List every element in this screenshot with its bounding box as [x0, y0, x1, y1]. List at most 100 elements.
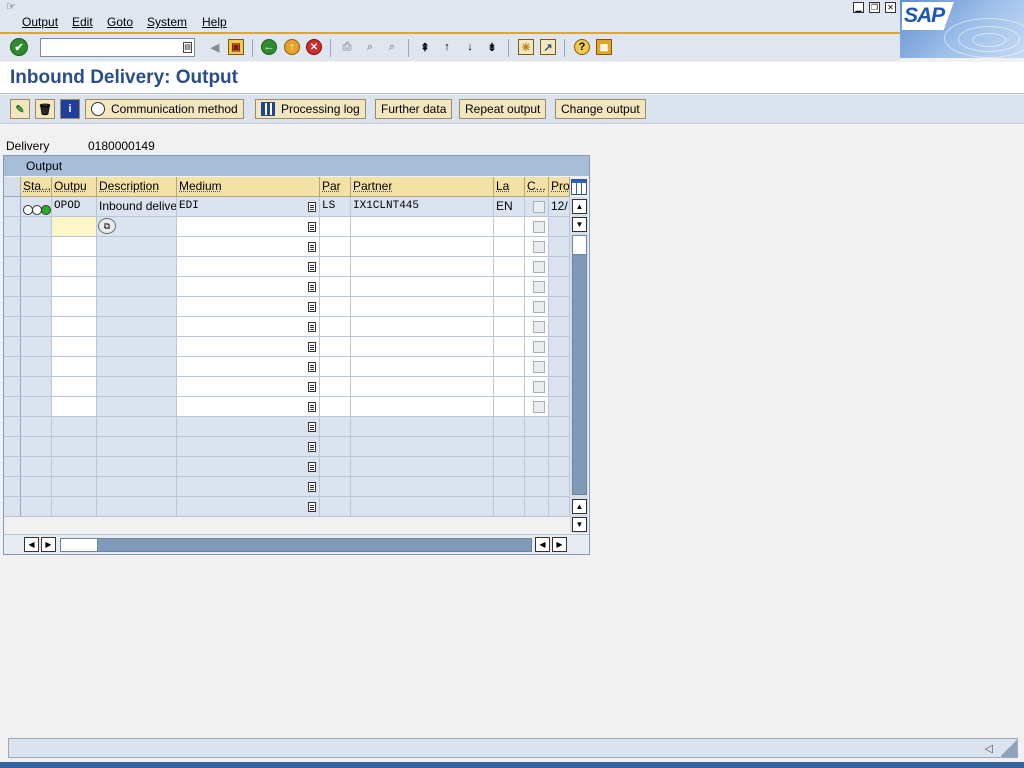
- cell-output-type[interactable]: [52, 357, 97, 377]
- changeable-checkbox[interactable]: [533, 241, 545, 253]
- cell-partner-function[interactable]: [320, 357, 351, 377]
- changeable-checkbox[interactable]: [533, 261, 545, 273]
- cell-changeable[interactable]: [525, 197, 549, 217]
- menu-output[interactable]: Output: [22, 14, 58, 30]
- changeable-checkbox[interactable]: [533, 381, 545, 393]
- create-session-icon[interactable]: ✳: [518, 39, 534, 55]
- row-selector[interactable]: [4, 397, 21, 417]
- cell-changeable[interactable]: [525, 397, 549, 417]
- cell-changeable[interactable]: [525, 217, 549, 237]
- scroll-page-right-icon[interactable]: ▶: [552, 537, 567, 552]
- cell-partner-function[interactable]: [320, 377, 351, 397]
- cell-language[interactable]: [494, 237, 525, 257]
- row-selector[interactable]: [4, 197, 21, 217]
- cell-medium[interactable]: EDI: [177, 197, 320, 217]
- row-selector[interactable]: [4, 357, 21, 377]
- find-next-icon[interactable]: ⌕: [384, 39, 400, 55]
- scroll-down-icon[interactable]: ▼: [572, 217, 587, 232]
- cell-partner-function[interactable]: [320, 317, 351, 337]
- cell-partner[interactable]: [351, 297, 494, 317]
- cell-medium[interactable]: [177, 297, 320, 317]
- scroll-page-up-icon[interactable]: ▲: [572, 499, 587, 514]
- row-selector[interactable]: [4, 337, 21, 357]
- table-settings-icon[interactable]: [571, 179, 587, 195]
- horizontal-scroll-track[interactable]: [60, 538, 532, 552]
- cell-changeable[interactable]: [525, 237, 549, 257]
- cell-language[interactable]: [494, 397, 525, 417]
- cell-changeable[interactable]: [525, 337, 549, 357]
- cell-changeable[interactable]: [525, 377, 549, 397]
- cell-output-type[interactable]: [52, 217, 97, 237]
- cell-changeable[interactable]: [525, 317, 549, 337]
- changeable-checkbox[interactable]: [533, 281, 545, 293]
- print-icon[interactable]: ⎙: [339, 39, 355, 55]
- column-header-partner[interactable]: Partner: [351, 177, 494, 197]
- value-help-icon[interactable]: [308, 462, 316, 472]
- cell-medium[interactable]: [177, 397, 320, 417]
- next-page-icon[interactable]: ↓: [462, 39, 478, 55]
- restore-icon[interactable]: ❐: [869, 2, 880, 13]
- find-icon[interactable]: ⌕: [362, 39, 378, 55]
- cell-language[interactable]: EN: [494, 197, 525, 217]
- value-help-icon[interactable]: [308, 442, 316, 452]
- cell-medium[interactable]: [177, 277, 320, 297]
- row-selector[interactable]: [4, 317, 21, 337]
- column-header-description[interactable]: Description: [97, 177, 177, 197]
- value-help-icon[interactable]: [308, 502, 316, 512]
- scroll-up-icon[interactable]: ▲: [572, 199, 587, 214]
- cell-partner-function[interactable]: [320, 237, 351, 257]
- cell-partner[interactable]: [351, 397, 494, 417]
- details-icon[interactable]: ⧉: [98, 218, 116, 234]
- cancel-icon[interactable]: ✕: [306, 39, 322, 55]
- cell-partner-function[interactable]: [320, 257, 351, 277]
- column-header-output-type[interactable]: Outpu: [52, 177, 97, 197]
- column-header-medium[interactable]: Medium: [177, 177, 320, 197]
- cell-changeable[interactable]: [525, 297, 549, 317]
- row-selector[interactable]: [4, 417, 21, 437]
- row-selector[interactable]: [4, 297, 21, 317]
- cell-partner[interactable]: [351, 357, 494, 377]
- cell-output-type[interactable]: [52, 377, 97, 397]
- status-triangle-icon[interactable]: ◁: [985, 742, 993, 755]
- command-field[interactable]: ▤: [40, 38, 195, 57]
- cell-medium[interactable]: [177, 217, 320, 237]
- cell-partner-function[interactable]: [320, 397, 351, 417]
- horizontal-scroll-thumb[interactable]: [60, 538, 98, 552]
- cell-partner-function[interactable]: LS: [320, 197, 351, 217]
- cell-output-type[interactable]: [52, 257, 97, 277]
- cell-language[interactable]: [494, 297, 525, 317]
- cell-partner[interactable]: [351, 237, 494, 257]
- changeable-checkbox[interactable]: [533, 321, 545, 333]
- cell-language[interactable]: [494, 337, 525, 357]
- column-header-processing[interactable]: Pro: [549, 177, 570, 197]
- cell-output-type[interactable]: [52, 337, 97, 357]
- value-help-icon[interactable]: [308, 202, 316, 212]
- row-selector[interactable]: [4, 257, 21, 277]
- scroll-page-left-icon[interactable]: ◀: [535, 537, 550, 552]
- row-selector[interactable]: [4, 497, 21, 517]
- cell-language[interactable]: [494, 317, 525, 337]
- value-help-icon[interactable]: [308, 222, 316, 232]
- scroll-page-down-icon[interactable]: ▼: [572, 517, 587, 532]
- enter-icon[interactable]: ✔: [10, 38, 28, 56]
- value-help-icon[interactable]: [308, 302, 316, 312]
- value-help-icon[interactable]: [308, 262, 316, 272]
- cell-partner-function[interactable]: [320, 297, 351, 317]
- minimize-icon[interactable]: ▁: [853, 2, 864, 13]
- changeable-checkbox[interactable]: [533, 221, 545, 233]
- cell-output-type[interactable]: [52, 297, 97, 317]
- row-selector[interactable]: [4, 457, 21, 477]
- changeable-checkbox[interactable]: [533, 361, 545, 373]
- value-help-icon[interactable]: [308, 282, 316, 292]
- scroll-right-icon[interactable]: ▶: [41, 537, 56, 552]
- cell-partner[interactable]: [351, 337, 494, 357]
- cell-medium[interactable]: [177, 237, 320, 257]
- scroll-left-icon[interactable]: ◀: [24, 537, 39, 552]
- cell-partner-function[interactable]: [320, 217, 351, 237]
- help-icon[interactable]: ?: [574, 39, 590, 55]
- value-help-icon[interactable]: [308, 422, 316, 432]
- cell-output-type[interactable]: [52, 317, 97, 337]
- cell-output-type[interactable]: [52, 237, 97, 257]
- row-selector[interactable]: [4, 217, 21, 237]
- row-selector[interactable]: [4, 237, 21, 257]
